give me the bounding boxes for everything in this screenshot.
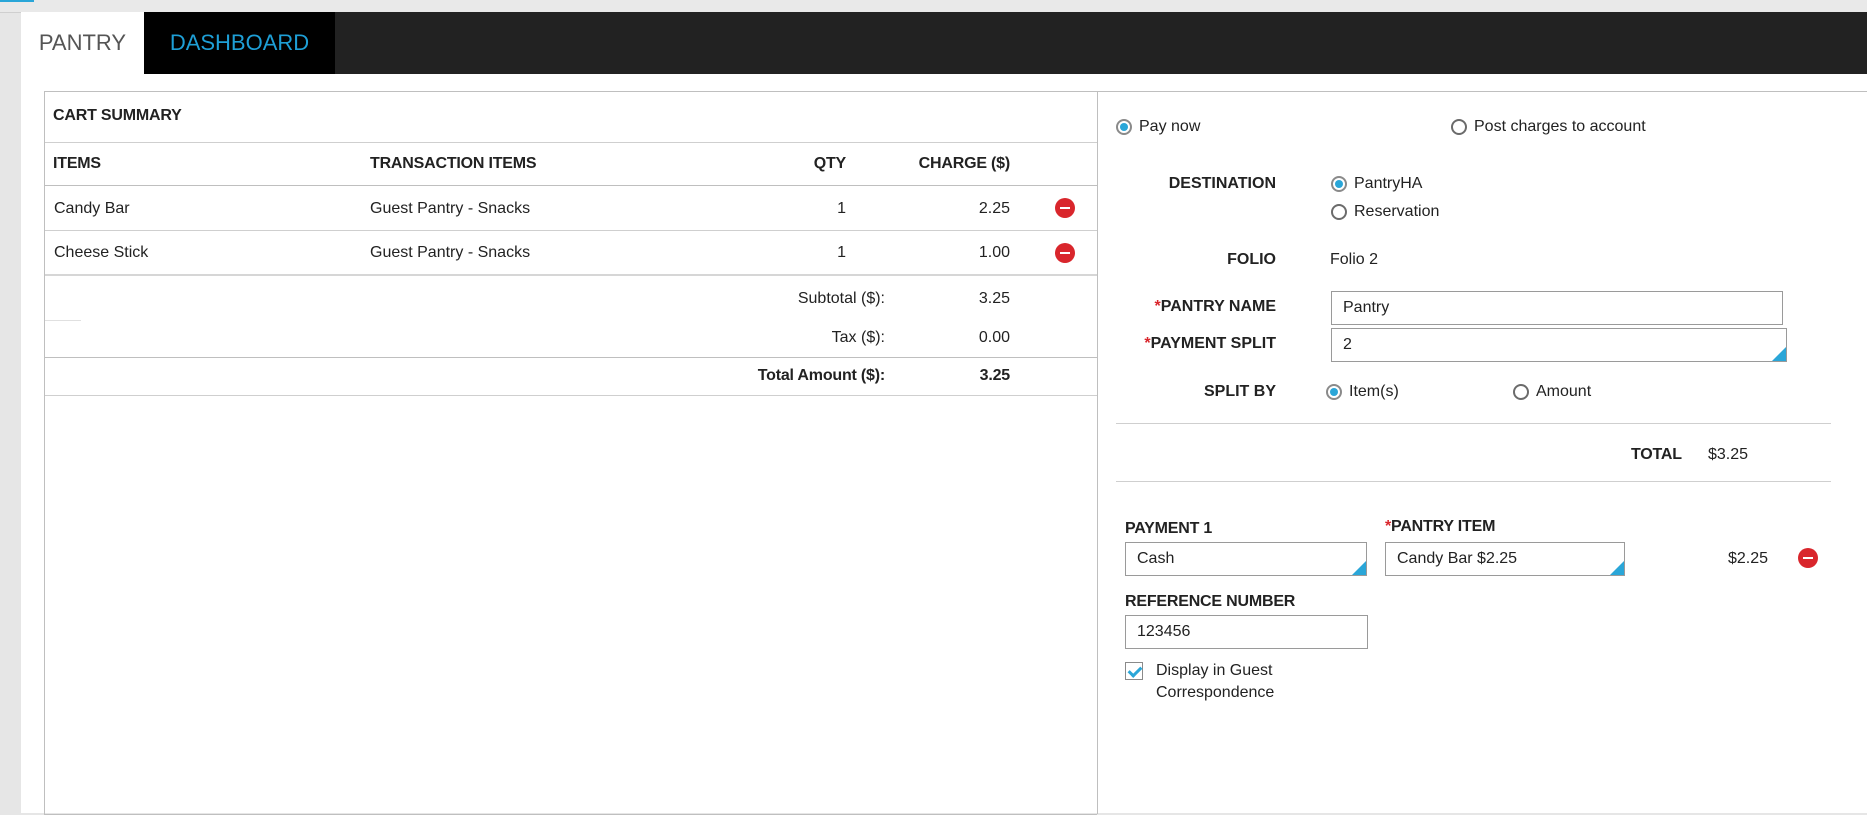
transaction-item: Guest Pantry - Snacks [370,244,531,261]
display-in-guest-correspondence-label: Display in Guest Correspondence [1156,660,1274,704]
display-in-guest-correspondence-checkbox[interactable] [1125,662,1143,680]
split-by-items-label: Item(s) [1349,383,1399,400]
pantry-item-label-text: PANTRY ITEM [1391,518,1496,535]
payment-panel: Pay now Post charges to account DESTINAT… [1097,91,1867,814]
remove-item-icon[interactable] [1055,243,1075,263]
payment-1-label: PAYMENT 1 [1125,520,1213,537]
divider [1116,423,1831,424]
total-amount-value: 3.25 [979,367,1011,384]
total-label: TOTAL [1631,446,1682,463]
payment-split-label: *PAYMENT SPLIT [1098,335,1276,353]
total-amount-label: Total Amount ($): [757,367,885,384]
divider [45,395,1097,396]
divider [45,320,81,321]
tab-bar: PANTRY DASHBOARD [21,12,1867,74]
col-header-charge: CHARGE ($) [918,155,1011,172]
folio-value: Folio 2 [1330,251,1379,268]
pay-now-label: Pay now [1139,118,1201,135]
divider [45,142,1097,143]
item-charge: 1.00 [978,244,1010,261]
loading-accent [0,0,34,2]
split-by-amount-radio[interactable] [1513,384,1529,400]
pantry-name-label-text: PANTRY NAME [1160,298,1276,315]
reference-number-input[interactable]: 123456 [1125,615,1368,649]
cart-summary-title: CART SUMMARY [53,107,182,124]
divider [45,230,1097,231]
split-by-items-radio[interactable] [1326,384,1342,400]
destination-pantryha-label: PantryHA [1354,175,1423,192]
main-panel: CART SUMMARY ITEMS TRANSACTION ITEMS QTY… [21,74,1867,815]
payment-1-amount: $2.25 [1727,550,1768,567]
destination-reservation-radio[interactable] [1331,204,1347,220]
reference-number-label: REFERENCE NUMBER [1125,593,1296,610]
subtotal-value: 3.25 [978,290,1010,307]
subtotal-label: Subtotal ($): [797,290,885,307]
post-charges-radio[interactable] [1451,119,1467,135]
split-by-label: SPLIT BY [1203,383,1276,400]
remove-payment-icon[interactable] [1798,548,1818,568]
tax-value: 0.00 [978,329,1010,346]
pantry-name-input[interactable]: Pantry [1331,291,1783,325]
label-line-1: Display in Guest [1156,662,1273,679]
item-charge: 2.25 [978,200,1010,217]
payment-method-select[interactable]: Cash [1125,542,1367,576]
destination-label: DESTINATION [1168,175,1276,192]
label-line-2: Correspondence [1156,684,1275,701]
cart-summary-panel: CART SUMMARY ITEMS TRANSACTION ITEMS QTY… [44,91,1097,815]
item-qty: 1 [837,244,846,261]
col-header-transaction-items: TRANSACTION ITEMS [370,155,537,172]
payment-split-label-text: PAYMENT SPLIT [1150,335,1276,352]
transaction-item: Guest Pantry - Snacks [370,200,531,217]
pantry-name-label: *PANTRY NAME [1098,298,1277,316]
remove-item-icon[interactable] [1055,198,1075,218]
divider [45,274,1097,276]
divider [45,185,1097,186]
tax-label: Tax ($): [831,329,885,346]
tab-pantry[interactable]: PANTRY [21,12,144,74]
divider [1116,481,1831,482]
col-header-qty: QTY [813,155,846,172]
col-header-items: ITEMS [53,155,101,172]
pay-now-radio[interactable] [1116,119,1132,135]
post-charges-label: Post charges to account [1474,118,1646,135]
folio-label: FOLIO [1227,251,1276,268]
destination-pantryha-radio[interactable] [1331,176,1347,192]
destination-reservation-label: Reservation [1354,203,1440,220]
split-by-amount-label: Amount [1536,383,1592,400]
tab-dashboard[interactable]: DASHBOARD [144,12,335,74]
item-name: Candy Bar [54,200,130,217]
pantry-item-select[interactable]: Candy Bar $2.25 [1385,542,1625,576]
item-name: Cheese Stick [54,244,149,261]
pantry-item-label: *PANTRY ITEM [1385,518,1495,536]
item-qty: 1 [837,200,846,217]
divider [45,357,1097,358]
payment-split-select[interactable]: 2 [1331,328,1787,362]
total-value: $3.25 [1708,446,1749,463]
